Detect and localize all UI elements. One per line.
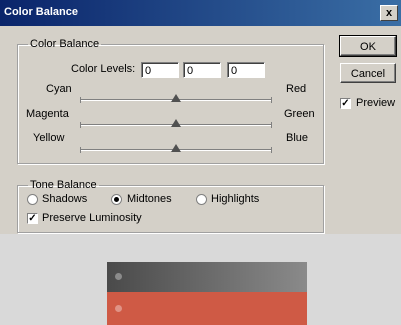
swatch-dot bbox=[115, 273, 122, 280]
radio-midtones-label: Midtones bbox=[127, 193, 172, 205]
red-swatch-strip bbox=[107, 292, 307, 325]
color-balance-dialog: Color Balance Color Levels: 0 0 0 Cyan R… bbox=[0, 26, 401, 234]
slider-end-tick bbox=[80, 147, 81, 153]
gray-swatch-strip bbox=[107, 262, 307, 292]
radio-highlights[interactable] bbox=[196, 194, 207, 205]
cancel-button[interactable]: Cancel bbox=[340, 63, 396, 83]
radio-midtones[interactable] bbox=[111, 194, 122, 205]
window-title: Color Balance bbox=[4, 6, 78, 18]
slider-yellow-label: Yellow bbox=[33, 132, 65, 144]
slider-end-tick bbox=[271, 97, 272, 103]
slider-cyan-label: Cyan bbox=[46, 83, 72, 95]
slider-green-label: Green bbox=[284, 108, 315, 120]
slider-thumb[interactable] bbox=[171, 144, 181, 152]
slider-magenta-label: Magenta bbox=[26, 108, 69, 120]
yellow-blue-slider[interactable] bbox=[80, 144, 272, 153]
color-balance-legend: Color Balance bbox=[30, 38, 100, 50]
preserve-luminosity-checkbox[interactable]: ✓ bbox=[27, 213, 38, 224]
radio-highlights-label: Highlights bbox=[211, 193, 260, 205]
preview-checkbox[interactable]: ✓ bbox=[340, 98, 351, 109]
magenta-green-slider[interactable] bbox=[80, 119, 272, 128]
tone-balance-group: Tone Balance bbox=[17, 179, 324, 233]
preserve-luminosity-label: Preserve Luminosity bbox=[42, 212, 142, 224]
ok-button[interactable]: OK bbox=[339, 35, 397, 57]
slider-end-tick bbox=[271, 122, 272, 128]
swatch-dot bbox=[115, 305, 122, 312]
slider-end-tick bbox=[80, 122, 81, 128]
close-button[interactable]: x bbox=[380, 5, 398, 21]
color-level-yellow-blue-input[interactable]: 0 bbox=[227, 62, 265, 78]
slider-thumb[interactable] bbox=[171, 119, 181, 127]
color-levels-label: Color Levels: bbox=[71, 63, 136, 75]
slider-end-tick bbox=[80, 97, 81, 103]
cyan-red-slider[interactable] bbox=[80, 94, 272, 103]
slider-red-label: Red bbox=[286, 83, 307, 95]
tone-balance-legend: Tone Balance bbox=[30, 179, 97, 191]
radio-shadows-label: Shadows bbox=[42, 193, 88, 205]
slider-blue-label: Blue bbox=[286, 132, 309, 144]
slider-end-tick bbox=[271, 147, 272, 153]
slider-thumb[interactable] bbox=[171, 94, 181, 102]
radio-shadows[interactable] bbox=[27, 194, 38, 205]
preview-label: Preview bbox=[356, 97, 396, 109]
color-level-cyan-red-input[interactable]: 0 bbox=[141, 62, 179, 78]
title-bar: Color Balance x bbox=[0, 0, 401, 26]
color-level-magenta-green-input[interactable]: 0 bbox=[183, 62, 221, 78]
